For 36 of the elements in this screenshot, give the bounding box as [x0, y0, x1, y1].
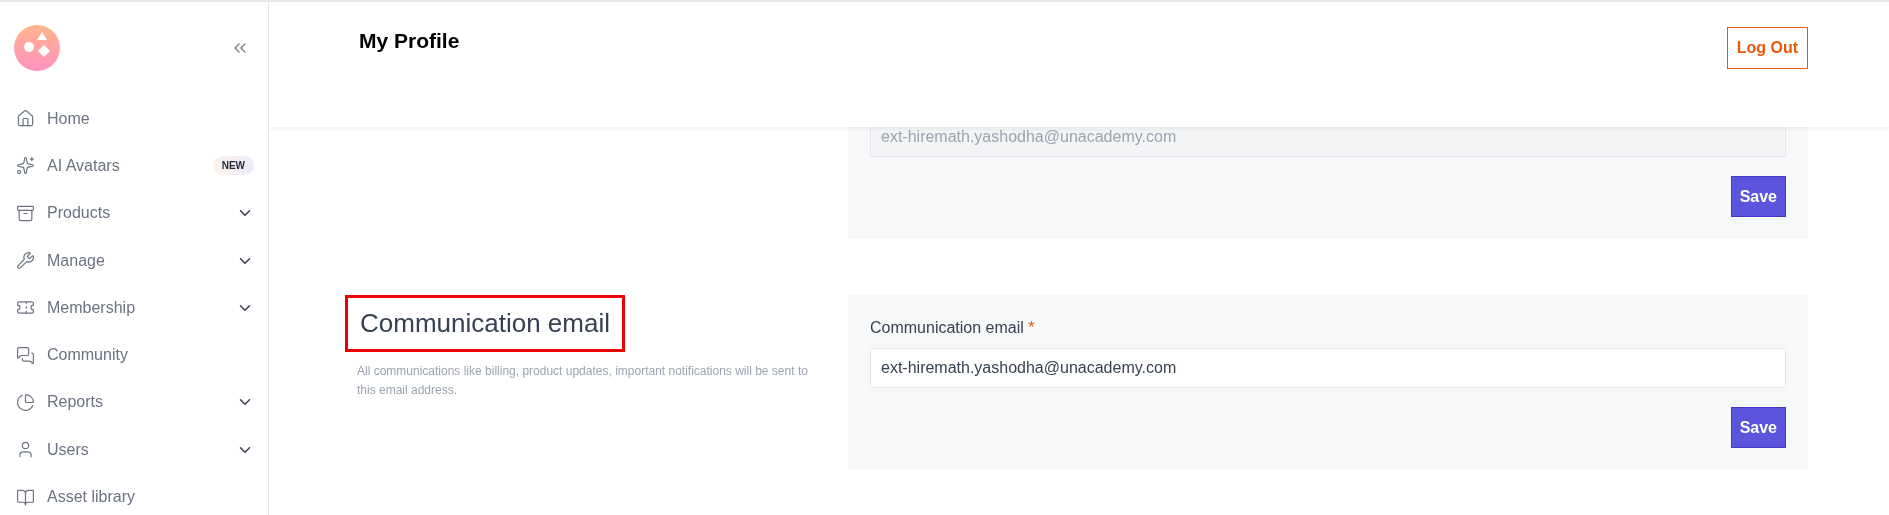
pie-chart-icon — [16, 392, 35, 412]
tools-icon — [16, 251, 35, 271]
sidebar-item[interactable]: Manage — [0, 236, 268, 285]
save-button[interactable]: Save — [1730, 176, 1786, 217]
section-description: All communications like billing, product updates, important notifications will be sent to this email address. — [357, 363, 809, 399]
save-button[interactable]: Save — [1730, 407, 1786, 448]
sidebar-item[interactable]: Users — [0, 426, 268, 474]
page-title: My Profile — [359, 29, 460, 53]
home-icon — [16, 109, 35, 129]
sidebar-label: Asset library — [47, 488, 137, 506]
sidebar-label: Reports — [47, 393, 105, 412]
sidebar-item[interactable]: Products — [0, 189, 268, 237]
email-field[interactable]: ext-hiremath.yashodha@unacademy.com — [870, 348, 1786, 388]
book-icon — [16, 487, 35, 507]
sidebar-label: AI Avatars — [47, 156, 121, 175]
chat-bubbles-icon — [16, 345, 35, 365]
sidebar-item[interactable]: Community — [0, 331, 268, 379]
new-badge: NEW — [212, 156, 254, 176]
sidebar-label: Manage — [47, 251, 106, 270]
sidebar-label: Home — [47, 109, 91, 128]
sidebar-label: Membership — [47, 298, 137, 317]
field-label: Communication email * — [870, 319, 1036, 337]
logo-icon — [14, 25, 60, 71]
sidebar-item[interactable]: AI Avatars NEW — [0, 142, 268, 190]
sidebar-item[interactable]: Home — [0, 95, 268, 143]
user-icon — [16, 440, 35, 460]
sidebar-label: Community — [47, 346, 129, 365]
logout-button[interactable]: Log Out — [1726, 27, 1808, 69]
section-heading: Communication email — [345, 295, 625, 352]
sidebar-label: Products — [47, 204, 112, 223]
sidebar-item[interactable]: Reports — [0, 378, 268, 427]
sidebar-item[interactable]: Asset library — [0, 473, 268, 515]
sidebar-label: Users — [47, 440, 90, 459]
sidebar-item[interactable]: Membership — [0, 284, 268, 332]
archive-icon — [16, 203, 35, 223]
sparkles-icon — [16, 156, 35, 176]
